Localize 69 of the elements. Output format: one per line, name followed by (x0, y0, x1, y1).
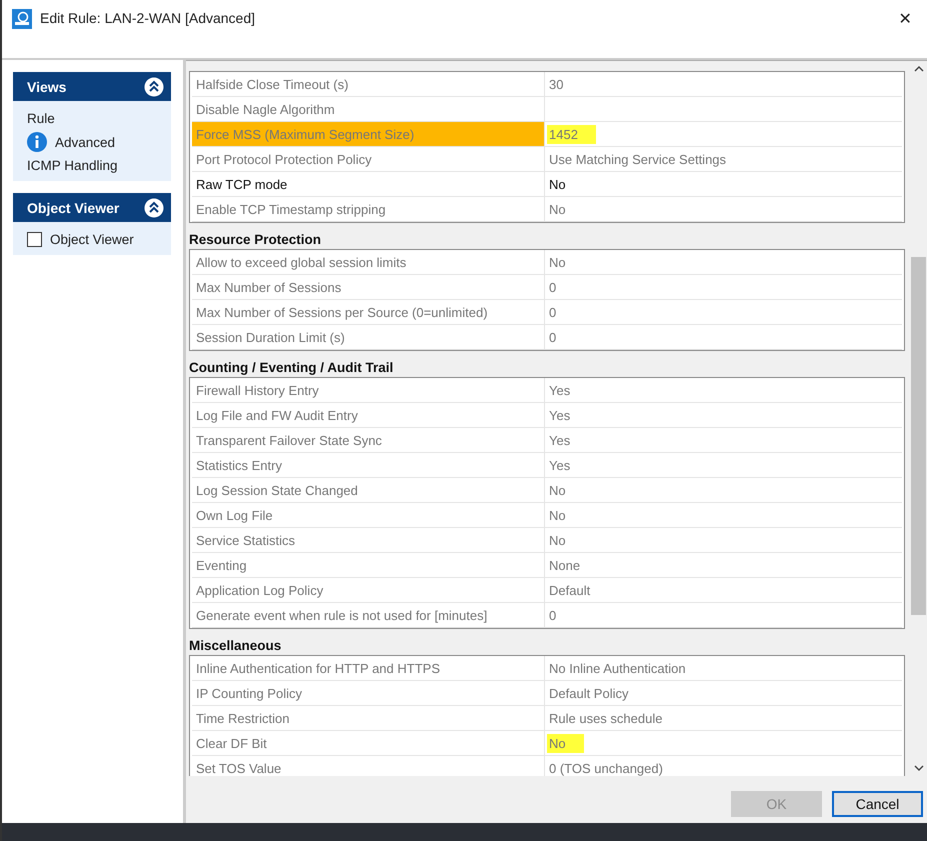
property-value: 30 (549, 76, 564, 92)
property-name: Raw TCP mode (192, 172, 545, 196)
section-title: Counting / Eventing / Audit Trail (189, 361, 394, 375)
property-value: 1452 (547, 124, 596, 144)
scroll-thumb[interactable] (911, 257, 926, 615)
property-name: Enable TCP Timestamp stripping (192, 197, 545, 221)
property-value: 0 (549, 280, 556, 294)
scroll-down-icon[interactable] (914, 764, 924, 772)
property-value: No (549, 532, 566, 548)
property-name: Max Number of Sessions (192, 275, 545, 299)
property-name: Force MSS (Maximum Segment Size) (192, 122, 545, 146)
dialog-button[interactable]: Cancel (832, 791, 923, 817)
property-name: Generate event when rule is not used for [minutes] (192, 603, 545, 627)
window-title: Edit Rule: LAN-2-WAN [Advanced] (40, 9, 256, 27)
property-value: Use Matching Service Settings (549, 152, 726, 166)
property-name: Port Protocol Protection Policy (192, 147, 545, 171)
checkbox-label[interactable]: Object Viewer (50, 232, 134, 247)
section-title: Miscellaneous (189, 639, 282, 653)
property-name: Disable Nagle Algorithm (192, 97, 545, 121)
property-name: Own Log File (192, 503, 545, 527)
property-name: Inline Authentication for HTTP and HTTPS (192, 656, 545, 680)
property-name: Application Log Policy (192, 578, 545, 602)
checkbox[interactable] (27, 232, 42, 247)
property-value: No (549, 254, 566, 270)
property-name: Set TOS Value (192, 756, 545, 776)
property-name: IP Counting Policy (192, 681, 545, 705)
property-value: Yes (549, 408, 570, 422)
property-name: Halfside Close Timeout (s) (192, 72, 545, 96)
property-name: Transparent Failover State Sync (192, 428, 545, 452)
property-value: Rule uses schedule (549, 710, 662, 726)
property-value: Yes (549, 458, 570, 472)
property-name: Firewall History Entry (192, 378, 545, 402)
property-name: Clear DF Bit (192, 731, 545, 755)
property-name: Service Statistics (192, 528, 545, 552)
app-icon (12, 9, 32, 29)
property-value: 0 (TOS unchanged) (549, 760, 663, 776)
property-name: Log File and FW Audit Entry (192, 403, 545, 427)
property-value: No (549, 202, 566, 216)
property-value: Yes (549, 382, 570, 398)
close-button[interactable]: ✕ (883, 9, 927, 29)
property-name: Allow to exceed global session limits (192, 250, 545, 274)
scroll-up-icon[interactable] (914, 65, 924, 73)
section-title: Resource Protection (189, 233, 322, 247)
property-name: Time Restriction (192, 706, 545, 730)
view-item[interactable]: ICMP Handling (27, 158, 118, 173)
property-value: No (549, 508, 566, 522)
property-value: 0 (549, 330, 556, 344)
property-name: Session Duration Limit (s) (192, 325, 545, 349)
panel-title: Object Viewer (27, 200, 120, 216)
property-value: 0 (549, 304, 556, 320)
property-name: Max Number of Sessions per Source (0=unlimited) (192, 300, 545, 324)
property-value: No (547, 734, 584, 752)
property-value: None (549, 558, 580, 572)
view-item[interactable]: Advanced (55, 134, 116, 150)
property-value: Default (549, 582, 590, 598)
property-value: Yes (549, 432, 570, 448)
property-name: Statistics Entry (192, 453, 545, 477)
property-name: Log Session State Changed (192, 478, 545, 502)
view-item[interactable]: Rule (27, 111, 55, 126)
property-value: 0 (549, 608, 556, 622)
collapse-icon[interactable] (144, 198, 164, 218)
panel-title: Views (27, 78, 66, 94)
info-icon (27, 132, 47, 152)
property-value: No (549, 482, 566, 498)
collapse-icon[interactable] (144, 76, 164, 96)
property-value: Default Policy (549, 686, 628, 700)
property-name: Eventing (192, 553, 545, 577)
property-value: No (549, 176, 566, 192)
property-value: No Inline Authentication (549, 660, 686, 676)
